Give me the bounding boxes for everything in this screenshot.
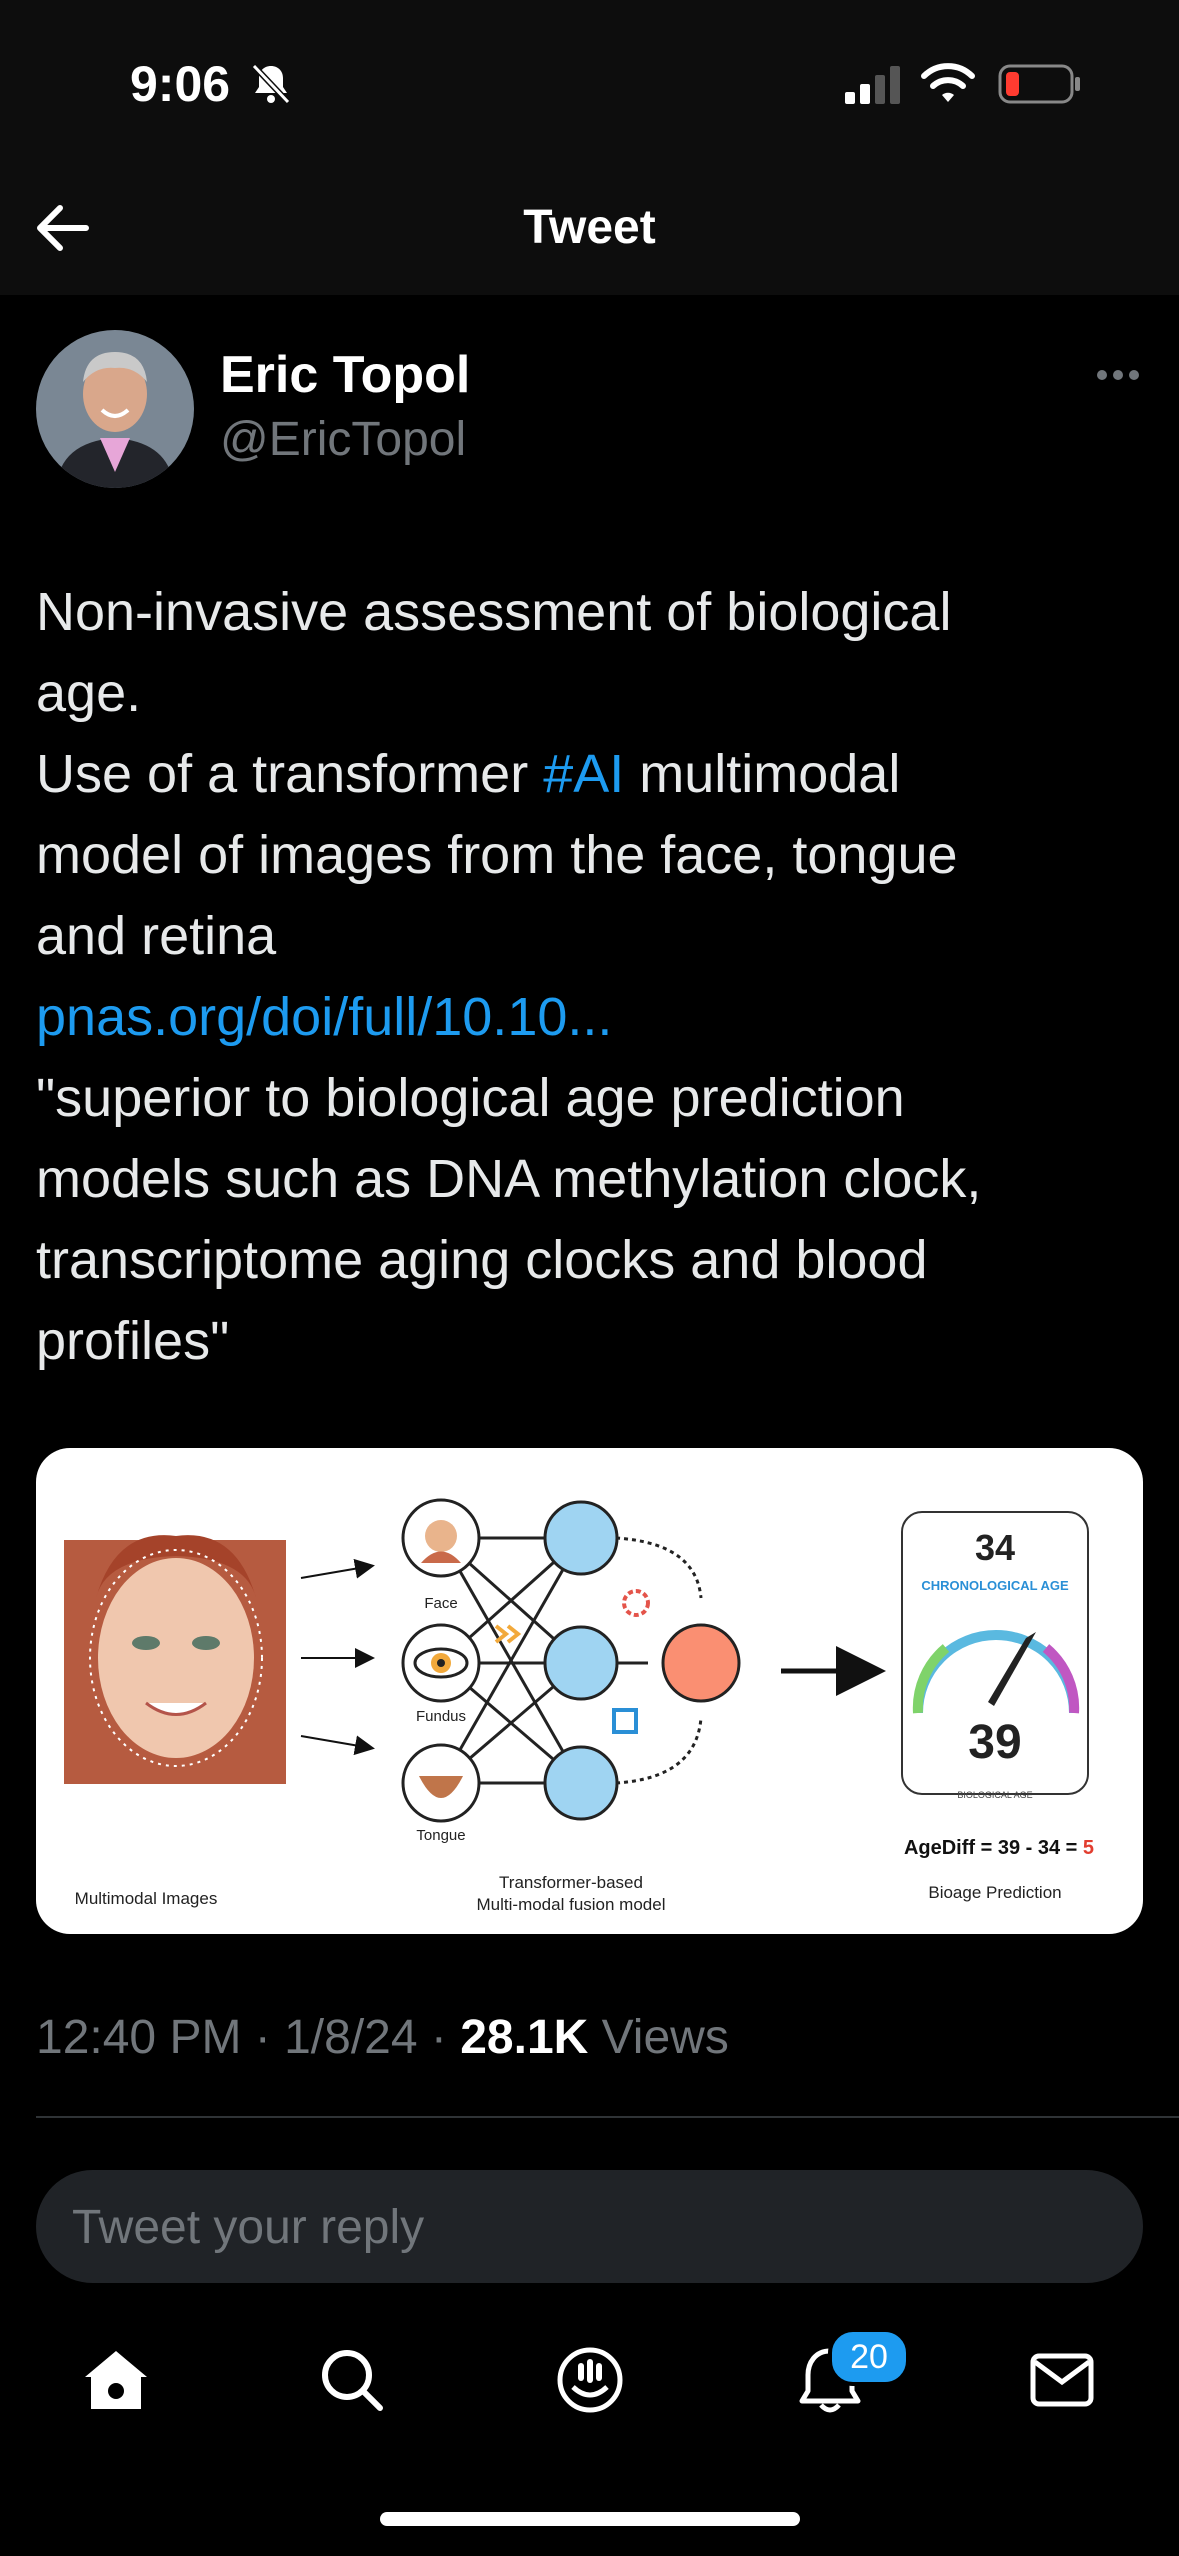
signal-icon: [845, 66, 905, 109]
notifications-badge[interactable]: 20: [828, 2328, 910, 2386]
fusion-label-line2: Multi-modal fusion model: [477, 1895, 666, 1914]
agediff-result: 5: [1083, 1837, 1094, 1859]
bell-muted-icon: [250, 62, 292, 111]
reply-input[interactable]: Tweet your reply: [36, 2170, 1143, 2283]
tweet-text: Non-invasive assessment of biological ag…: [36, 572, 1146, 1382]
tweet-meta: 12:40 PM · 1/8/24 · 28.1K Views: [36, 2011, 729, 2064]
page-title: Tweet: [523, 201, 656, 254]
wifi-icon: [920, 62, 976, 109]
tweet-text-line: models such as DNA methylation clock,: [36, 1149, 982, 1209]
author-name[interactable]: Eric Topol: [220, 345, 470, 405]
tweet-text-line: "superior to biological age prediction: [36, 1068, 905, 1128]
chronological-age-value: 34: [975, 1527, 1015, 1568]
biological-age-value: 39: [968, 1716, 1021, 1769]
views-label: Views: [601, 2011, 729, 2064]
tweet-text-line: and retina: [36, 906, 277, 966]
search-icon[interactable]: [312, 2340, 392, 2420]
more-icon[interactable]: [1095, 368, 1141, 387]
fundus-label: Fundus: [416, 1708, 466, 1725]
tweet-media-image[interactable]: Face Fundus Tongue Multimodal Images Tra…: [36, 1448, 1143, 1934]
tweet-text-line: age.: [36, 663, 142, 723]
tweet-text-line: transcriptome aging clocks and blood: [36, 1230, 928, 1290]
tweet-date: 1/8/24: [284, 2011, 418, 2064]
reply-placeholder: Tweet your reply: [72, 2201, 425, 2254]
views-count[interactable]: 28.1K: [460, 2011, 588, 2064]
tweet-text-segment: Use of a transformer: [36, 744, 544, 804]
home-icon[interactable]: [76, 2340, 156, 2420]
agediff-equation: AgeDiff = 39 - 34 = 5: [904, 1837, 1094, 1859]
fusion-label-line1: Transformer-based: [499, 1873, 643, 1892]
messages-icon[interactable]: [1022, 2340, 1102, 2420]
tweet-text-line: profiles": [36, 1311, 230, 1371]
battery-icon: [998, 64, 1082, 109]
author-handle[interactable]: @EricTopol: [220, 412, 466, 467]
tweet-text-segment: multimodal: [624, 744, 901, 804]
multimodal-images-label: Multimodal Images: [75, 1889, 218, 1908]
tweet-text-line: model of images from the face, tongue: [36, 825, 958, 885]
tongue-label: Tongue: [416, 1827, 465, 1844]
bioage-prediction-label: Bioage Prediction: [928, 1883, 1061, 1902]
hashtag-link[interactable]: #AI: [543, 744, 624, 804]
avatar[interactable]: [36, 330, 194, 488]
status-time: 9:06: [130, 56, 231, 112]
tweet-text-line: Non-invasive assessment of biological: [36, 582, 952, 642]
article-link[interactable]: pnas.org/doi/full/10.10...: [36, 977, 1146, 1058]
spaces-icon[interactable]: [550, 2340, 630, 2420]
divider: [36, 2116, 1179, 2118]
tweet-text-line: Use of a transformer #AI multimodal: [36, 734, 1146, 815]
chronological-age-label: CHRONOLOGICAL AGE: [921, 1578, 1069, 1593]
home-indicator: [380, 2512, 800, 2526]
agediff-text: AgeDiff = 39 - 34 =: [904, 1837, 1083, 1859]
face-photo: [64, 1535, 286, 1784]
biological-age-label: BIOLOGICAL AGE: [957, 1790, 1032, 1800]
tweet-time: 12:40 PM: [36, 2011, 242, 2064]
face-label: Face: [424, 1595, 457, 1612]
